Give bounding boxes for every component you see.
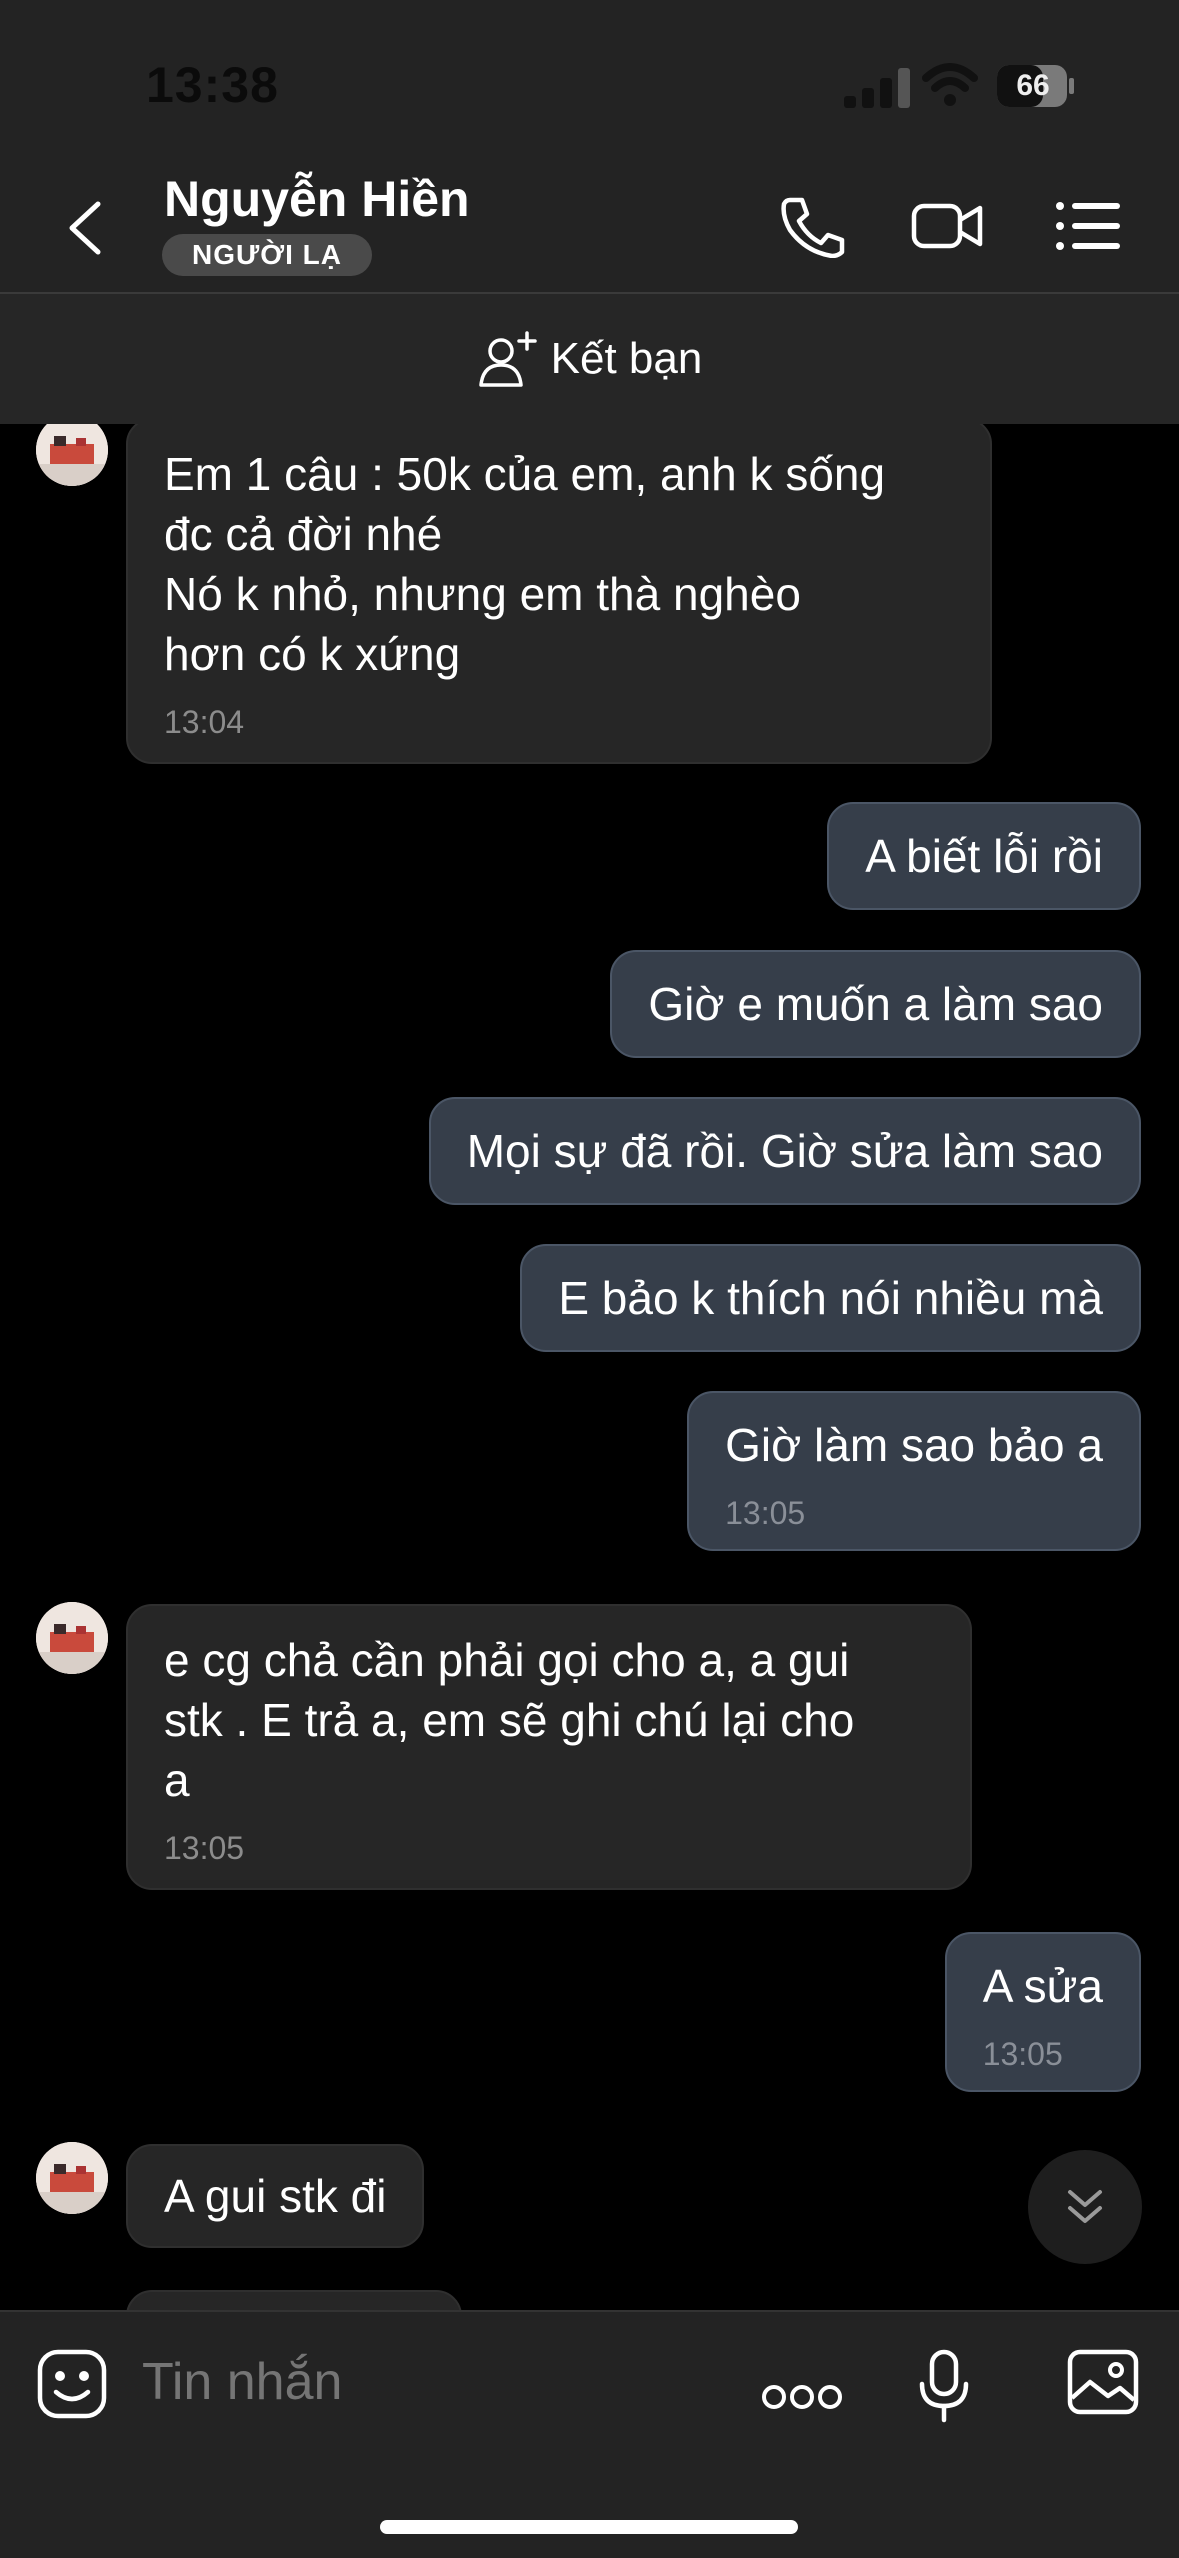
message-bubble-received[interactable]: A gui stk đi xyxy=(126,2144,425,2248)
message-text: A sửa xyxy=(982,1960,1103,2012)
message-text: Giờ làm sao bảo a xyxy=(725,1419,1103,1471)
phone-icon[interactable] xyxy=(776,194,850,258)
message-bubble-sent[interactable]: Giờ làm sao bảo a 13:05 xyxy=(687,1391,1141,1551)
add-friend-icon xyxy=(478,331,537,387)
message-time: 13:05 xyxy=(164,1830,245,1866)
add-friend-bar: Kết bạn xyxy=(0,294,1179,424)
avatar[interactable] xyxy=(36,424,108,486)
image-icon[interactable] xyxy=(1066,2348,1140,2416)
message-text: stk . E trả a, em sẽ ghi chú lại cho xyxy=(164,1694,855,1746)
stranger-badge: NGƯỜI LẠ xyxy=(162,234,372,276)
status-time: 13:38 xyxy=(146,57,279,113)
back-chevron-icon[interactable] xyxy=(60,198,110,258)
message-text: đc cả đời nhé xyxy=(164,508,443,560)
message-input[interactable] xyxy=(142,2352,702,2412)
message-text: E bảo k thích nói nhiều mà xyxy=(558,1272,1103,1324)
message-bubble-sent[interactable]: A biết lỗi rồi xyxy=(827,802,1141,910)
message-text: A biết lỗi rồi xyxy=(865,830,1103,882)
message-time: 13:05 xyxy=(982,2036,1063,2072)
add-friend-button[interactable]: Kết bạn xyxy=(0,294,1179,424)
message-text: A gui stk đi xyxy=(164,2170,387,2222)
message-time: 13:04 xyxy=(164,704,245,740)
message-bubble-received[interactable]: e cg chả cần phải gọi cho a, a gui stk .… xyxy=(126,1604,972,1890)
double-chevron-down-icon xyxy=(1068,2190,1102,2223)
scroll-to-bottom-button[interactable] xyxy=(1028,2150,1142,2264)
message-bubble-sent[interactable]: Giờ e muốn a làm sao xyxy=(610,950,1141,1058)
wifi-icon xyxy=(922,63,978,106)
message-bubble-sent[interactable]: E bảo k thích nói nhiều mà xyxy=(520,1244,1141,1352)
sticker-icon[interactable] xyxy=(36,2348,108,2420)
contact-name[interactable]: Nguyễn Hiền xyxy=(164,170,470,228)
battery-icon: 66 xyxy=(996,64,1076,108)
message-text: Em 1 câu : 50k của em, anh k sống xyxy=(164,448,886,500)
battery-level: 66 xyxy=(1016,69,1050,102)
status-bar: 13:38 66 xyxy=(0,0,1179,150)
message-bubble-received[interactable]: Em 1 câu : 50k của em, anh k sống đc cả … xyxy=(126,424,992,764)
add-friend-label: Kết bạn xyxy=(550,334,703,383)
cellular-signal-icon xyxy=(844,68,910,108)
more-icon[interactable] xyxy=(760,2382,844,2412)
message-text: a xyxy=(164,1754,190,1806)
message-list[interactable]: Em 1 câu : 50k của em, anh k sống đc cả … xyxy=(0,424,1179,2310)
avatar[interactable] xyxy=(36,2142,108,2214)
menu-list-icon[interactable] xyxy=(1052,194,1126,258)
message-time: 13:05 xyxy=(725,1495,806,1531)
message-bubble-received[interactable] xyxy=(126,2290,462,2310)
message-text: e cg chả cần phải gọi cho a, a gui xyxy=(164,1634,850,1686)
message-text: hơn có k xứng xyxy=(164,628,461,680)
message-text: Nó k nhỏ, nhưng em thà nghèo xyxy=(164,568,801,620)
microphone-icon[interactable] xyxy=(916,2348,972,2424)
chat-header: Nguyễn Hiền NGƯỜI LẠ xyxy=(0,150,1179,294)
message-text: Giờ e muốn a làm sao xyxy=(648,978,1103,1030)
message-composer xyxy=(0,2310,1179,2558)
video-call-icon[interactable] xyxy=(910,194,984,258)
message-text: Mọi sự đã rồi. Giờ sửa làm sao xyxy=(466,1125,1103,1177)
message-bubble-sent[interactable]: A sửa 13:05 xyxy=(944,1932,1141,2092)
message-bubble-sent[interactable]: Mọi sự đã rồi. Giờ sửa làm sao xyxy=(428,1097,1141,1205)
home-indicator xyxy=(380,2520,798,2534)
avatar[interactable] xyxy=(36,1602,108,1674)
